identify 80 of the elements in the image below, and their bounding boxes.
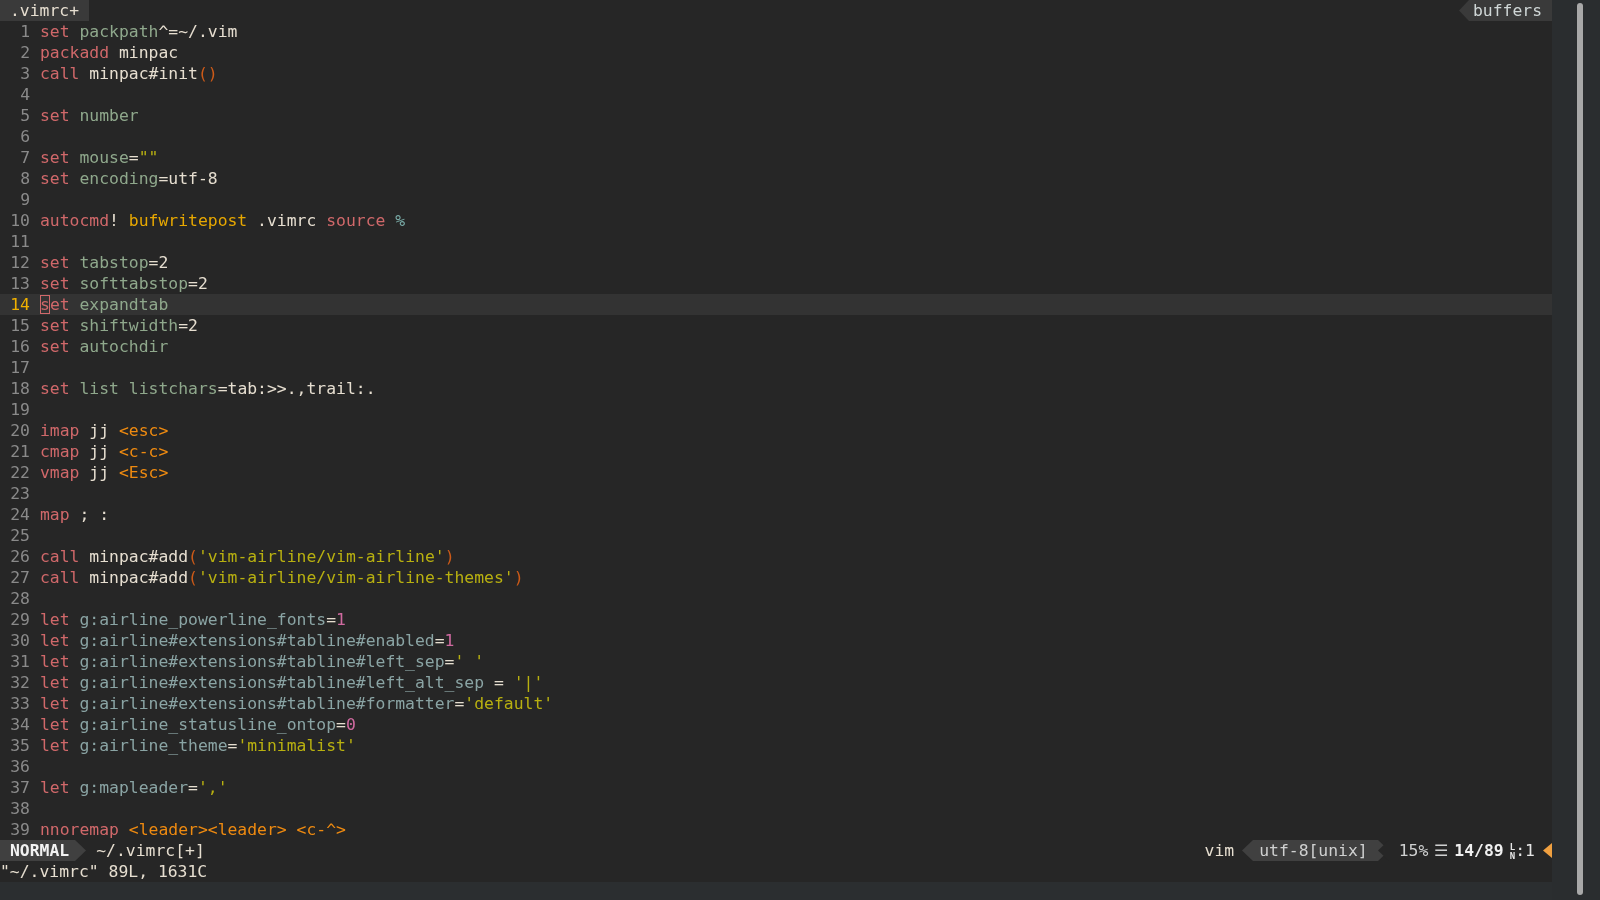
scrollbar-thumb[interactable] [1577,3,1583,895]
line-number: 15 [9,315,31,336]
scroll-percent: 15% [1397,840,1430,861]
line-number: 26 [9,546,31,567]
separator-arrow-icon [75,840,87,861]
line-number: 38 [9,798,31,819]
line-number: 25 [9,525,31,546]
line-number: 11 [9,231,31,252]
code-text: set number [40,105,139,126]
code-text: cmap jj <c-c> [40,441,169,462]
separator-arrow-icon [1242,840,1254,861]
line-number: 20 [9,420,31,441]
code-text: nnoremap <leader><leader> <c-^> [40,819,346,840]
line-number: 21 [9,441,31,462]
code-text: let g:airline#extensions#tabline#enabled=1 [40,630,455,651]
code-text: packadd minpac [40,42,179,63]
line-number: 34 [9,714,31,735]
code-text: set softtabstop=2 [40,273,208,294]
code-text: set autochdir [40,336,169,357]
code-text: set list listchars=tab:>>.,trail:. [40,378,376,399]
code-text: set expandtab [40,294,169,315]
code-text: set shiftwidth=2 [40,315,198,336]
line-number: 1 [19,21,31,42]
code-text: set tabstop=2 [40,252,169,273]
line-number: 17 [9,357,31,378]
line-number: 13 [9,273,31,294]
line-number: 16 [9,336,31,357]
code-text: imap jj <esc> [40,420,169,441]
file-type: vim [1203,840,1236,861]
line-number: 36 [9,756,31,777]
code-text: set encoding=utf-8 [40,168,218,189]
code-text: vmap jj <Esc> [40,462,169,483]
code-text: call minpac#init() [40,63,218,84]
line-number: 27 [9,567,31,588]
line-number: 23 [9,483,31,504]
code-text: set mouse="" [40,147,159,168]
line-number: 30 [9,630,31,651]
code-text: let g:airline#extensions#tabline#left_alt_sep = '|' [40,672,544,693]
code-text: let g:airline#extensions#tabline#formatter='default' [40,693,554,714]
line-number: 33 [9,693,31,714]
lines-glyph: ☰ [1434,840,1450,861]
code-text: call minpac#add('vim-airline/vim-airline-themes') [40,567,524,588]
code-text: autocmd! bufwritepost .vimrc source % [40,210,406,231]
line-number: 6 [19,126,31,147]
line-number: 5 [19,105,31,126]
scrollbar[interactable] [1552,0,1600,900]
line-number: 14 [9,294,31,315]
line-number: 2 [19,42,31,63]
code-text: map ; : [40,504,110,525]
cursor-position: 14/89 [1454,840,1505,861]
column-number: :1 [1515,840,1536,861]
code-text: set packpath^=~/.vim [40,21,238,42]
line-number: 10 [9,210,31,231]
line-number: 31 [9,651,31,672]
code-text: let g:mapleader=',' [40,777,228,798]
line-number: 3 [19,63,31,84]
code-text: let g:airline_powerline_fonts=1 [40,609,346,630]
line-number: 35 [9,735,31,756]
line-number: 37 [9,777,31,798]
code-text: let g:airline_statusline_ontop=0 [40,714,356,735]
line-number: 22 [9,462,31,483]
code-text: call minpac#add('vim-airline/vim-airline') [40,546,455,567]
line-number: 9 [19,189,31,210]
line-number: 19 [9,399,31,420]
line-number: 32 [9,672,31,693]
line-number: 7 [19,147,31,168]
line-number: 39 [9,819,31,840]
buffer-tab[interactable]: .vimrc+ [0,0,90,21]
line-number: 4 [19,84,31,105]
line-number-glyph: LN [1509,843,1516,861]
line-number: 12 [9,252,31,273]
command-line-message: "~/.vimrc" 89L, 1631C [0,861,208,882]
line-number: 24 [9,504,31,525]
line-number: 28 [9,588,31,609]
line-number: 8 [19,168,31,189]
file-name: ~/.vimrc[+] [95,840,206,861]
code-text: let g:airline#extensions#tabline#left_sep=' ' [40,651,485,672]
code-text: let g:airline_theme='minimalist' [40,735,356,756]
line-number: 29 [9,609,31,630]
line-number: 18 [9,378,31,399]
